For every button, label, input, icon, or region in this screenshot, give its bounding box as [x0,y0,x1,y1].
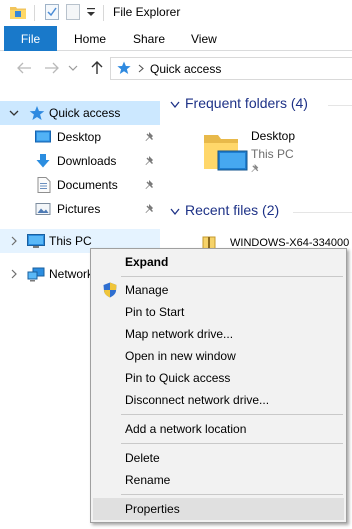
quick-access-star-icon [117,61,131,74]
menu-separator [121,276,343,277]
menu-item-label: Manage [125,283,169,297]
menu-item-label: Properties [125,502,180,516]
menu-item-rename[interactable]: Rename [93,469,344,491]
network-icon [27,267,45,282]
up-arrow-icon[interactable] [89,61,105,75]
menu-item-manage[interactable]: Manage [93,279,344,301]
collapsed-chevron-icon[interactable] [9,236,19,246]
uac-shield-icon [103,282,117,298]
menu-item-label: Open in new window [125,349,236,363]
back-arrow-icon[interactable] [16,61,32,75]
menu-item-disconnect-network-drive[interactable]: Disconnect network drive... [93,389,344,411]
group-collapse-chevron-icon[interactable] [170,208,180,216]
forward-arrow-icon[interactable] [44,61,60,75]
address-bar[interactable]: Quick access [110,57,352,80]
folder-tile-name: Desktop [251,129,296,143]
menu-item-label: Expand [125,255,169,269]
menu-separator [121,443,343,444]
pin-icon[interactable] [145,131,156,143]
expanded-chevron-icon[interactable] [9,108,19,118]
ribbon-tabs: File Home Share View [0,26,352,51]
documents-icon [37,177,51,193]
nav-label-desktop: Desktop [57,130,102,144]
group-divider [328,105,352,106]
group-header-frequent-folders[interactable]: Frequent folders (4) [160,93,352,117]
pin-icon[interactable] [145,179,156,191]
tab-file[interactable]: File [4,26,57,51]
folder-tile-location: This PC [251,147,294,161]
folder-icon [10,7,26,19]
customize-toolbar-icon[interactable] [86,6,96,18]
group-title-frequent-folders: Frequent folders (4) [185,95,308,111]
nav-item-downloads[interactable]: Downloads [0,149,160,173]
pin-icon[interactable] [145,203,156,215]
nav-label-downloads: Downloads [57,154,117,168]
nav-label-documents: Documents [57,178,118,192]
menu-item-pin-to-start[interactable]: Pin to Start [93,301,344,323]
new-folder-quick-icon[interactable] [66,4,80,20]
nav-label-quick-access: Quick access [49,106,121,120]
menu-item-label: Map network drive... [125,327,234,341]
menu-separator [121,494,343,495]
menu-item-properties[interactable]: Properties [93,498,344,520]
pictures-icon [35,203,51,215]
title-separator [34,5,35,21]
breadcrumb-chevron-icon[interactable] [137,64,145,73]
recent-locations-chevron-icon[interactable] [68,61,78,75]
quick-access-star-icon [29,106,45,120]
menu-item-map-network-drive[interactable]: Map network drive... [93,323,344,345]
breadcrumb-quick-access[interactable]: Quick access [150,62,221,76]
menu-item-pin-to-quick-access[interactable]: Pin to Quick access [93,367,344,389]
desktop-icon [35,130,51,143]
tab-home[interactable]: Home [74,26,106,51]
nav-item-pictures[interactable]: Pictures [0,197,160,221]
properties-quick-icon[interactable] [45,4,59,20]
menu-item-label: Rename [125,473,171,487]
menu-item-label: Pin to Start [125,305,185,319]
group-collapse-chevron-icon[interactable] [170,101,180,109]
tab-share[interactable]: Share [133,26,165,51]
group-title-recent-files: Recent files (2) [185,202,280,218]
menu-item-label: Pin to Quick access [125,371,231,385]
menu-item-delete[interactable]: Delete [93,447,344,469]
title-separator-2 [103,5,104,21]
menu-item-label: Disconnect network drive... [125,393,270,407]
nav-label-network: Network [49,267,94,281]
context-menu: Expand Manage Pin to Start Map network d… [90,248,347,523]
pin-icon [251,163,259,173]
menu-item-open-in-new-window[interactable]: Open in new window [93,345,344,367]
navigation-bar: Quick access [0,51,352,85]
menu-item-label: Delete [125,451,160,465]
menu-item-label: Add a network location [125,422,247,436]
desktop-folder-icon [204,135,248,171]
nav-item-desktop[interactable]: Desktop [0,125,160,149]
menu-separator [121,414,343,415]
nav-item-documents[interactable]: Documents [0,173,160,197]
pin-icon[interactable] [145,155,156,167]
tab-view[interactable]: View [191,26,217,51]
menu-item-expand[interactable]: Expand [93,251,344,273]
group-divider [293,212,352,213]
nav-item-quick-access[interactable]: Quick access [0,101,160,125]
nav-label-this-pc: This PC [49,234,92,248]
title-bar: File Explorer [0,0,352,26]
computer-icon [27,234,45,248]
nav-label-pictures: Pictures [57,202,101,216]
group-header-recent-files[interactable]: Recent files (2) [160,200,352,224]
collapsed-chevron-icon[interactable] [9,269,19,279]
window-title: File Explorer [113,5,181,19]
menu-item-add-network-location[interactable]: Add a network location [93,418,344,440]
downloads-icon [36,154,50,168]
